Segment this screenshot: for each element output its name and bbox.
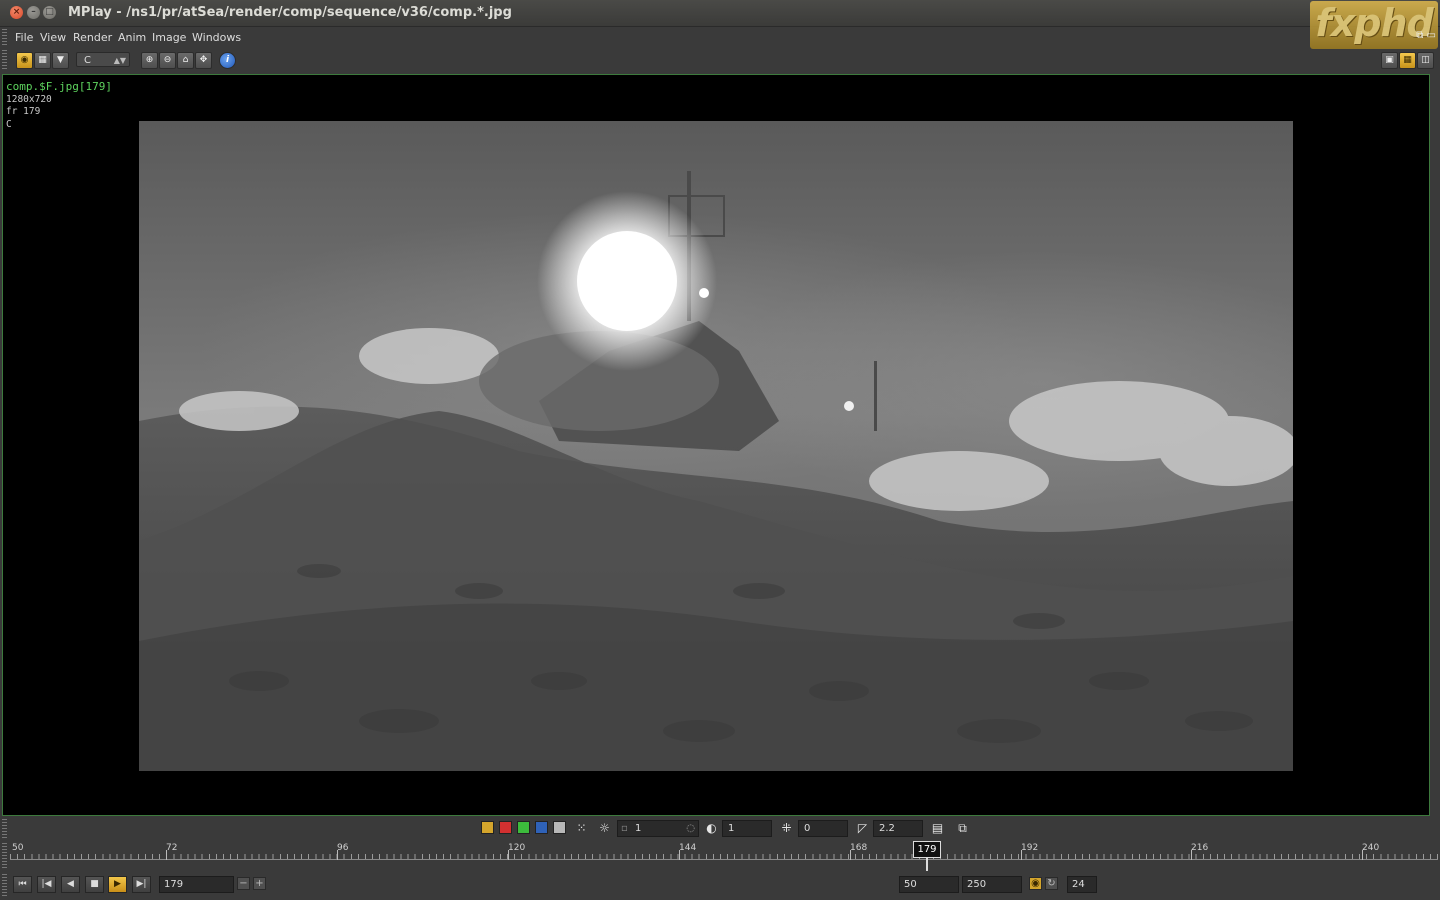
compare-icon[interactable]: ⧉: [955, 821, 970, 836]
playback-bar: ⏮ |◀ ◀ ■ ▶ ▶| 179 − + 50 250 ◉ ↻ 24: [0, 872, 1440, 900]
timeline-major-tick: [1021, 850, 1022, 860]
timeline-grip-handle[interactable]: [2, 843, 7, 869]
rgb-channel-icon[interactable]: [481, 821, 494, 834]
timeline-label-96: 96: [337, 843, 349, 853]
loop-mode-icon[interactable]: ↻: [1045, 877, 1058, 890]
timeline-major-tick: [850, 850, 851, 860]
play-forward-icon[interactable]: ▶: [108, 876, 127, 893]
title-bar: × – □ MPlay - /ns1/pr/atSea/render/comp/…: [0, 0, 1440, 27]
menu-render[interactable]: Render: [73, 31, 112, 44]
gain-field[interactable]: ▫ 1 ◌: [617, 820, 699, 837]
view-mode-icon[interactable]: ◉: [16, 52, 33, 69]
color-correction-icon[interactable]: ⁙: [574, 821, 589, 836]
step-back-icon[interactable]: |◀: [37, 876, 56, 893]
menu-windows[interactable]: Windows: [192, 31, 241, 44]
channel-value: C: [84, 55, 91, 66]
layout-maximize-icon[interactable]: ◫: [1417, 52, 1434, 69]
image-info-overlay: comp.$F.jpg[179] 1280x720 fr 179 C: [6, 80, 112, 131]
menu-file[interactable]: File: [15, 31, 33, 44]
display-options-icon[interactable]: ▦: [34, 52, 51, 69]
maximize-window-button[interactable]: □: [43, 6, 56, 19]
close-window-button[interactable]: ×: [10, 6, 23, 19]
overlay-resolution: 1280x720: [6, 93, 52, 105]
realtime-toggle-icon[interactable]: ◉: [1029, 877, 1042, 890]
fps-field[interactable]: 24: [1067, 876, 1097, 893]
gamma-toggle-field[interactable]: 1: [722, 820, 772, 837]
gamma-curve-icon[interactable]: ◸: [855, 821, 870, 836]
timeline-major-tick: [508, 850, 509, 860]
viewer-toolbar: ◉ ▦ ▼ C ▲▼ ⊕ ⊖ ⌂ ✥ i ▣ ▦ ◫: [0, 48, 1440, 72]
alpha-channel-icon[interactable]: [553, 821, 566, 834]
menu-view[interactable]: View: [40, 31, 66, 44]
zoom-out-icon[interactable]: ⊖: [159, 52, 176, 69]
exposure-icon[interactable]: ⁜: [779, 821, 794, 836]
display-controls-bar: ⁙ ☼ ▫ 1 ◌ ◐ 1 ⁜ 0 ◸ 2.2 ▤ ⧉: [0, 817, 1440, 840]
frame-decrement-icon[interactable]: −: [237, 877, 250, 890]
timeline-label-240: 240: [1362, 843, 1380, 853]
brightness-icon[interactable]: ☼: [597, 821, 612, 836]
current-frame-line[interactable]: [926, 858, 928, 871]
layout-single-icon[interactable]: ▣: [1381, 52, 1398, 69]
minimize-window-button[interactable]: –: [27, 6, 40, 19]
overlay-filename: comp.$F.jpg[179]: [6, 80, 112, 93]
exposure-field[interactable]: 0: [798, 820, 848, 837]
frame-field[interactable]: 179: [159, 876, 234, 893]
menu-image[interactable]: Image: [152, 31, 186, 44]
image-viewport[interactable]: comp.$F.jpg[179] 1280x720 fr 179 C: [2, 74, 1430, 816]
toolbar-grip-handle[interactable]: [2, 50, 7, 70]
rendered-frame-image: [139, 121, 1293, 771]
timeline-major-tick: [1191, 850, 1192, 860]
updown-arrow-icon: ▲▼: [113, 56, 126, 65]
frame-timeline[interactable]: 50 72 96 120 144 168 192 216 240 179: [0, 841, 1440, 871]
zoom-in-icon[interactable]: ⊕: [141, 52, 158, 69]
timeline-label-72: 72: [166, 843, 178, 853]
range-start-field[interactable]: 50: [899, 876, 959, 893]
lut-icon[interactable]: ▤: [930, 821, 945, 836]
menu-anim[interactable]: Anim: [118, 31, 146, 44]
red-channel-icon[interactable]: [499, 821, 512, 834]
timeline-label-50: 50: [12, 843, 24, 853]
gamma-field[interactable]: 2.2: [873, 820, 923, 837]
timeline-major-tick: [1362, 850, 1363, 860]
home-view-icon[interactable]: ⌂: [177, 52, 194, 69]
timeline-label-144: 144: [679, 843, 697, 853]
preview-icon[interactable]: ▼: [52, 52, 69, 69]
timeline-label-168: 168: [850, 843, 868, 853]
play-reverse-icon[interactable]: ◀: [61, 876, 80, 893]
viewer-side-strip: [1431, 74, 1440, 816]
overlay-frame: fr 179: [6, 106, 41, 117]
timeline-major-tick: [337, 850, 338, 860]
fxphd-logo: fxphd: [1310, 1, 1438, 49]
layout-quad-icon[interactable]: ▦: [1399, 52, 1416, 69]
stop-icon[interactable]: ■: [85, 876, 104, 893]
range-end-field[interactable]: 250: [962, 876, 1022, 893]
gain-dial-icon[interactable]: ◌: [686, 821, 695, 836]
step-forward-icon[interactable]: ▶|: [132, 876, 151, 893]
gamma-toggle-icon[interactable]: ◐: [704, 821, 719, 836]
timeline-baseline: [10, 859, 1438, 860]
timeline-label-120: 120: [508, 843, 526, 853]
timeline-major-tick: [679, 850, 680, 860]
gain-minus-icon[interactable]: ▫: [621, 821, 628, 836]
transport-grip-handle[interactable]: [2, 874, 7, 896]
timeline-label-192: 192: [1021, 843, 1039, 853]
current-frame-marker[interactable]: 179: [913, 841, 941, 858]
frame-increment-icon[interactable]: +: [253, 877, 266, 890]
green-channel-icon[interactable]: [517, 821, 530, 834]
blue-channel-icon[interactable]: [535, 821, 548, 834]
channel-select[interactable]: C ▲▼: [76, 52, 130, 67]
go-to-start-icon[interactable]: ⏮: [13, 876, 32, 893]
pan-icon[interactable]: ✥: [195, 52, 212, 69]
info-icon[interactable]: i: [219, 52, 236, 69]
overlay-channel: C: [6, 118, 12, 130]
timeline-major-tick: [166, 850, 167, 860]
gain-value: 1: [635, 823, 642, 834]
window-title: MPlay - /ns1/pr/atSea/render/comp/sequen…: [68, 5, 512, 20]
menu-grip-handle[interactable]: [2, 29, 7, 46]
timeline-label-216: 216: [1191, 843, 1209, 853]
menu-bar: File View Render Anim Image Windows: [0, 27, 1310, 47]
logo-window-icons: ⧉ ▭: [1416, 30, 1436, 41]
controls-grip-handle[interactable]: [2, 819, 7, 839]
